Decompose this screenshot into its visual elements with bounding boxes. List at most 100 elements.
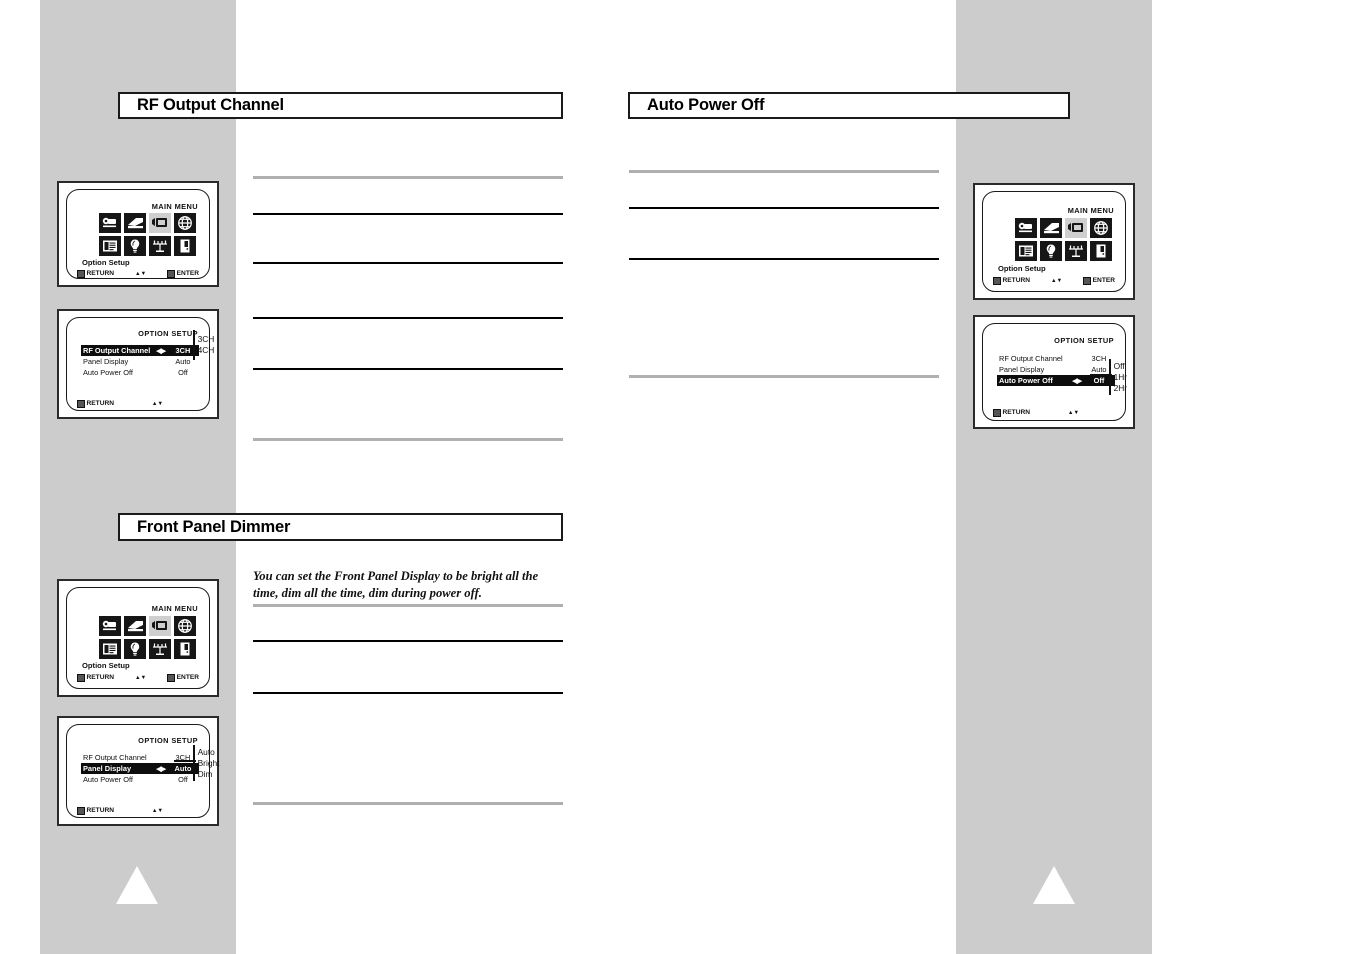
bracket-bar bbox=[193, 330, 195, 360]
list-menu-icon[interactable] bbox=[99, 236, 121, 256]
antenna-tools-icon[interactable] bbox=[149, 639, 171, 659]
nav-arrows-label: ▲▼ bbox=[135, 270, 147, 277]
option-row-panel-display[interactable]: Panel Display ◀▶ Auto bbox=[81, 763, 199, 774]
section-title: RF Output Channel bbox=[137, 96, 284, 114]
lightbulb-icon[interactable] bbox=[124, 236, 146, 256]
front-panel-dimmer-description: You can set the Front Panel Display to b… bbox=[253, 569, 539, 600]
option-label: Panel Display bbox=[83, 764, 132, 773]
antenna-tools-icon[interactable] bbox=[149, 236, 171, 256]
option-row-auto-power-off[interactable]: Auto Power Off Off bbox=[81, 774, 199, 785]
option-label: Auto Power Off bbox=[83, 368, 133, 377]
return-label: RETURN bbox=[86, 270, 114, 278]
disc-player-icon[interactable] bbox=[1040, 218, 1062, 238]
section-header-rf-output-channel: RF Output Channel bbox=[118, 92, 563, 119]
text-rule bbox=[253, 176, 563, 179]
section-title: Front Panel Dimmer bbox=[137, 517, 291, 536]
return-label: RETURN bbox=[1002, 409, 1030, 417]
choice-option[interactable]: Auto bbox=[198, 747, 220, 758]
choice-option[interactable]: 3CH bbox=[198, 334, 215, 345]
globe-grid-icon[interactable] bbox=[1090, 218, 1112, 238]
disc-player-icon[interactable] bbox=[124, 616, 146, 636]
choice-options: Off 1Hr 2Hr bbox=[1114, 361, 1128, 394]
main-menu-icon-grid bbox=[99, 213, 196, 256]
option-label: RF Output Channel bbox=[83, 346, 151, 355]
enter-key-icon bbox=[167, 270, 175, 278]
osd-title: OPTION SETUP bbox=[138, 736, 198, 745]
osd-title: MAIN MENU bbox=[151, 202, 198, 211]
nav-arrows-label: ▲▼ bbox=[1051, 277, 1063, 284]
text-rule bbox=[629, 170, 939, 173]
choice-options: 3CH 4CH bbox=[198, 334, 215, 356]
bracket-bar bbox=[193, 745, 195, 781]
bracket-bar bbox=[1109, 359, 1111, 395]
osd-screen: OPTION SETUP RF Output Channel ◀▶ 3CH Pa… bbox=[66, 317, 210, 411]
text-rule bbox=[629, 375, 939, 378]
tv-monitor-icon[interactable] bbox=[1065, 218, 1087, 238]
text-rule bbox=[253, 317, 563, 319]
choice-option[interactable]: 4CH bbox=[198, 345, 215, 356]
option-row-auto-power-off[interactable]: Auto Power Off Off bbox=[81, 367, 199, 378]
disc-player-icon[interactable] bbox=[124, 213, 146, 233]
choice-option[interactable]: Dim bbox=[198, 769, 220, 780]
enter-key-icon bbox=[1083, 277, 1091, 285]
tv-monitor-icon[interactable] bbox=[149, 616, 171, 636]
main-menu-selected-label: Option Setup bbox=[82, 661, 130, 670]
choice-option[interactable]: 2Hr bbox=[1114, 383, 1128, 394]
left-right-arrows-icon: ◀▶ bbox=[156, 347, 166, 355]
option-row-rf-output-channel[interactable]: RF Output Channel 3CH bbox=[997, 353, 1115, 364]
book-door-icon[interactable] bbox=[174, 236, 196, 256]
choice-option[interactable]: Off bbox=[1114, 361, 1128, 372]
camcorder-icon[interactable] bbox=[1015, 218, 1037, 238]
lightbulb-icon[interactable] bbox=[1040, 241, 1062, 261]
main-menu-selected-label: Option Setup bbox=[82, 258, 130, 267]
osd-footer: RETURN ▲▼ ENTER bbox=[77, 674, 199, 682]
enter-key-icon bbox=[167, 674, 175, 682]
osd-screen: MAIN MENU Option Setup RETURN ▲▼ ENTER bbox=[66, 189, 210, 279]
text-rule bbox=[253, 262, 563, 264]
osd-main-menu-2: MAIN MENU Option Setup RETURN ▲▼ ENTER bbox=[57, 579, 219, 697]
option-label: Auto Power Off bbox=[999, 376, 1053, 385]
main-menu-selected-label: Option Setup bbox=[998, 264, 1046, 273]
option-row-auto-power-off[interactable]: Auto Power Off ◀▶ Off bbox=[997, 375, 1115, 386]
option-list: RF Output Channel 3CH Panel Display ◀▶ A… bbox=[81, 752, 199, 785]
book-door-icon[interactable] bbox=[174, 639, 196, 659]
osd-footer: RETURN ▲▼ bbox=[77, 400, 199, 408]
nav-arrows-label: ▲▼ bbox=[135, 674, 147, 681]
return-key-icon bbox=[77, 674, 85, 682]
return-key-icon bbox=[77, 400, 85, 408]
text-rule bbox=[253, 368, 563, 370]
option-label: RF Output Channel bbox=[999, 354, 1063, 363]
return-key-icon bbox=[77, 807, 85, 815]
choice-option[interactable]: 1Hr bbox=[1114, 372, 1128, 383]
osd-main-menu-3: MAIN MENU Option Setup RETURN ▲▼ ENTER bbox=[973, 183, 1135, 300]
osd-title: OPTION SETUP bbox=[138, 329, 198, 338]
return-label: RETURN bbox=[86, 674, 114, 682]
lightbulb-icon[interactable] bbox=[124, 639, 146, 659]
camcorder-icon[interactable] bbox=[99, 213, 121, 233]
choice-bracket-auto-power-off: Off 1Hr 2Hr bbox=[1109, 359, 1127, 395]
enter-label: ENTER bbox=[1092, 277, 1116, 285]
option-row-rf-output-channel[interactable]: RF Output Channel ◀▶ 3CH bbox=[81, 345, 199, 356]
tv-monitor-icon[interactable] bbox=[149, 213, 171, 233]
option-label: Panel Display bbox=[999, 365, 1045, 374]
globe-grid-icon[interactable] bbox=[174, 616, 196, 636]
osd-footer: RETURN ▲▼ ENTER bbox=[77, 270, 199, 278]
text-rule bbox=[253, 802, 563, 805]
enter-label: ENTER bbox=[176, 270, 200, 278]
page-marker-left bbox=[116, 866, 158, 904]
return-key-icon bbox=[993, 409, 1001, 417]
osd-screen: OPTION SETUP RF Output Channel 3CH Panel… bbox=[982, 323, 1126, 421]
list-menu-icon[interactable] bbox=[1015, 241, 1037, 261]
nav-arrows-label: ▲▼ bbox=[1067, 409, 1079, 416]
option-row-panel-display[interactable]: Panel Display Auto bbox=[81, 356, 199, 367]
choice-option[interactable]: Bright bbox=[198, 758, 220, 769]
choice-bracket-panel-display: Auto Bright Dim bbox=[193, 745, 219, 781]
return-label: RETURN bbox=[86, 807, 114, 815]
camcorder-icon[interactable] bbox=[99, 616, 121, 636]
osd-option-setup-rf-output-channel: OPTION SETUP RF Output Channel ◀▶ 3CH Pa… bbox=[57, 309, 219, 419]
list-menu-icon[interactable] bbox=[99, 639, 121, 659]
antenna-tools-icon[interactable] bbox=[1065, 241, 1087, 261]
option-value: Off bbox=[178, 368, 188, 377]
book-door-icon[interactable] bbox=[1090, 241, 1112, 261]
globe-grid-icon[interactable] bbox=[174, 213, 196, 233]
